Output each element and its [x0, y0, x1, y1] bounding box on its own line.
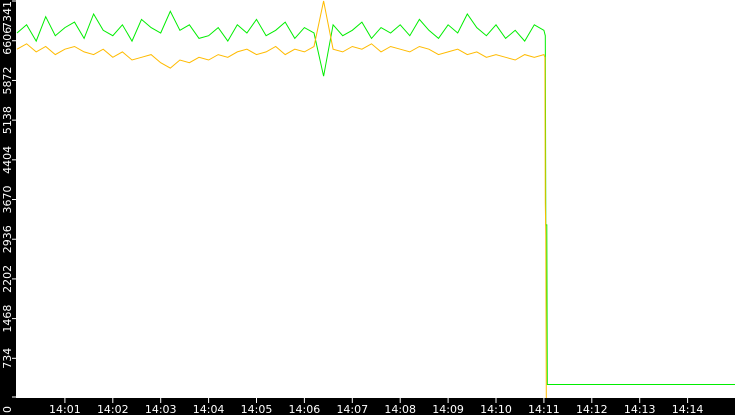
line-chart: 0 734 1468 2202 2936 3670 4404 5138 5872 66067341… — [0, 0, 735, 415]
x-tick-label: 14:06 — [289, 403, 321, 415]
y-tick-label: 2202 — [1, 265, 14, 293]
y-tick-label: 2936 — [1, 225, 14, 253]
y-tick-label: 734 — [1, 348, 14, 369]
y-tick-label: 4404 — [1, 146, 14, 174]
x-tick-label: 14:10 — [480, 403, 512, 415]
x-tick-label: 14:12 — [576, 403, 608, 415]
x-tick-label: 14:05 — [241, 403, 273, 415]
x-tick-label: 14:03 — [145, 403, 177, 415]
x-tick-label: 14:07 — [336, 403, 368, 415]
y-tick-label: 7341 — [1, 1, 14, 29]
y-tick-label: 6606 — [1, 27, 14, 55]
x-tick-label: 14:09 — [432, 403, 464, 415]
x-tick-label: 14:14 — [672, 403, 704, 415]
x-tick-label: 14:04 — [193, 403, 225, 415]
y-tick-label: 5138 — [1, 106, 14, 134]
y-tick-label: 1468 — [1, 305, 14, 333]
x-tick-label: 14:11 — [528, 403, 560, 415]
y-tick-label: 3670 — [1, 186, 14, 214]
x-tick-label: 14:02 — [97, 403, 129, 415]
y-tick-label: 0 — [1, 406, 14, 413]
y-tick-label: 5872 — [1, 66, 14, 94]
x-tick-label: 14:08 — [384, 403, 416, 415]
plot-area — [16, 0, 735, 398]
x-tick-label: 14:13 — [624, 403, 656, 415]
x-tick-label: 14:01 — [49, 403, 81, 415]
